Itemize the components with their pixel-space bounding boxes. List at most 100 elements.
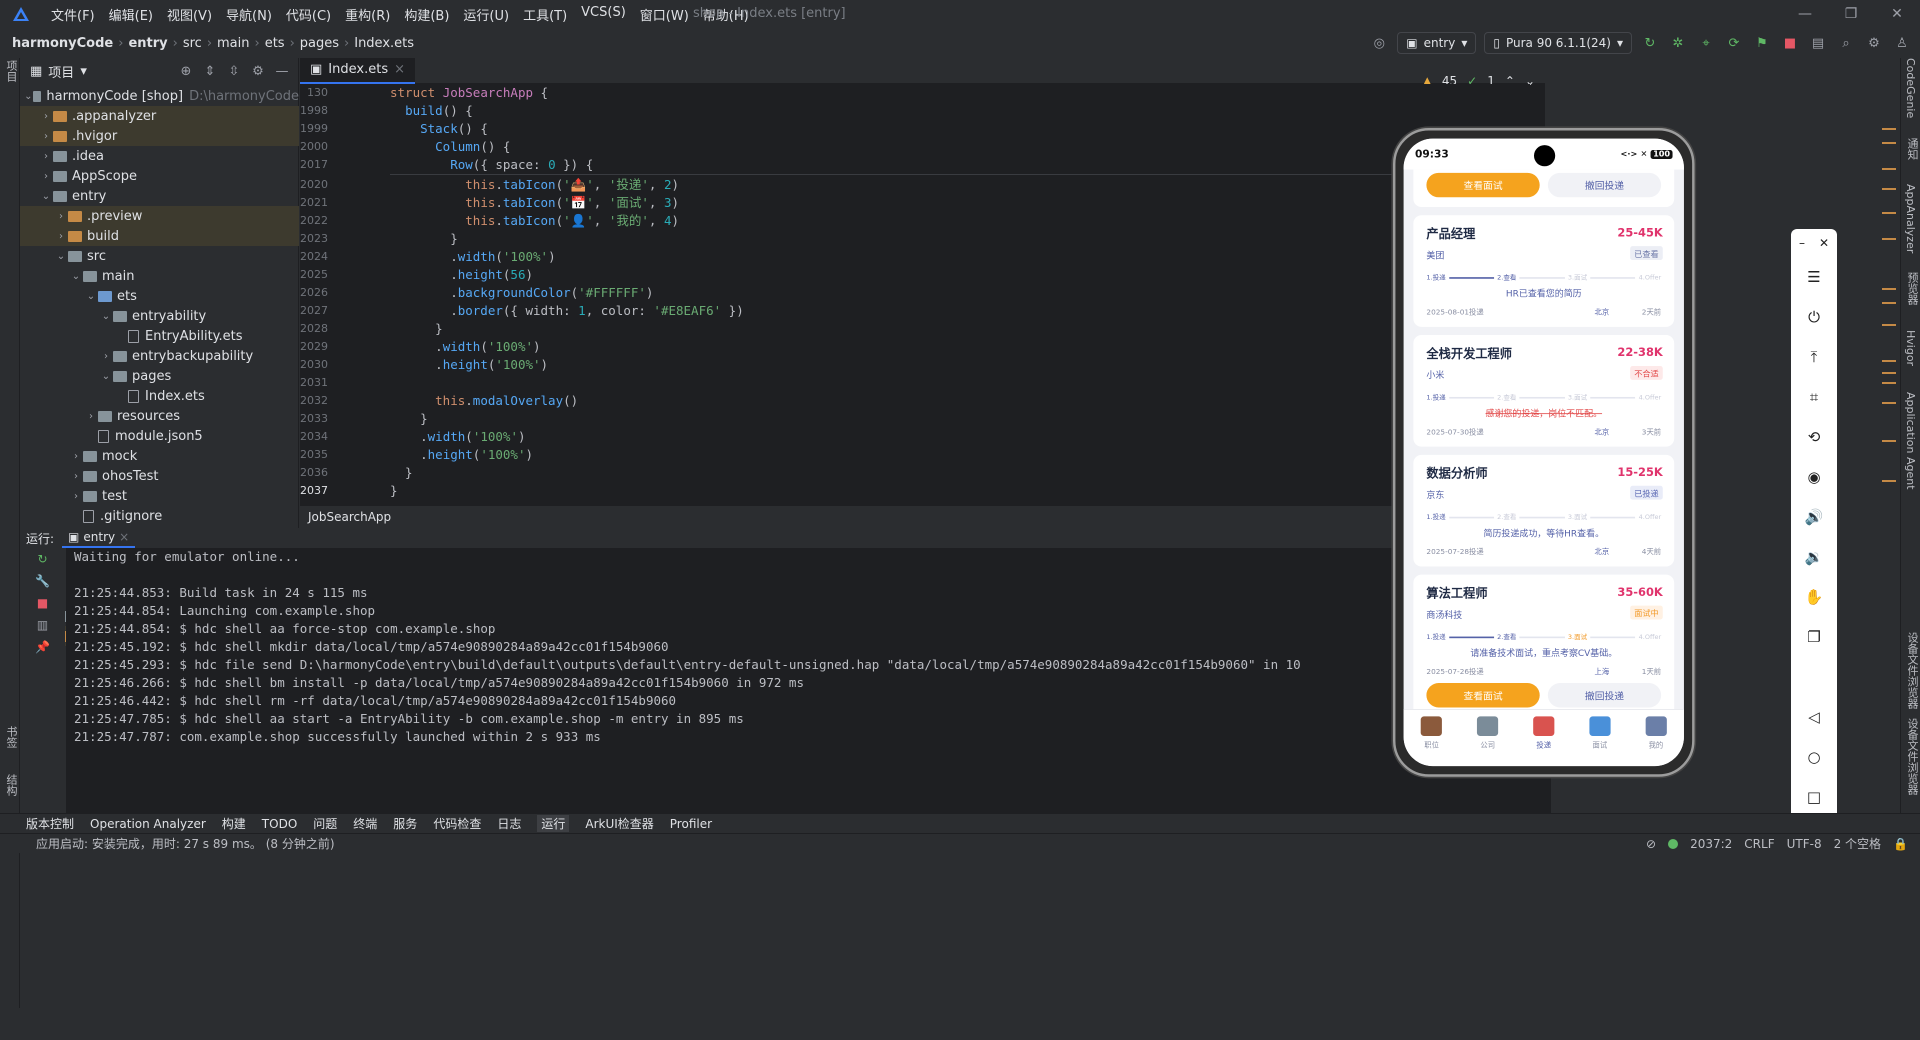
run-config-select[interactable]: ▣ entry ▾	[1397, 32, 1477, 54]
breadcrumb-item[interactable]: src	[183, 36, 202, 51]
expand-all-icon[interactable]: ⇕	[200, 61, 220, 81]
code-line[interactable]: this.modalOverlay()	[390, 392, 1530, 410]
code-line[interactable]: .backgroundColor('#FFFFFF')	[390, 284, 1530, 302]
tree-row[interactable]: ⌄ ets	[20, 286, 299, 306]
tool-window-0[interactable]: 版本控制	[26, 815, 74, 832]
code-line[interactable]: }	[390, 464, 1530, 482]
code-line[interactable]: this.tabIcon('👤', '我的', 4)	[390, 212, 1530, 230]
warning-marker[interactable]	[1882, 302, 1896, 304]
warning-marker[interactable]	[1882, 288, 1896, 290]
code-line[interactable]: Row({ space: 0 }) {	[390, 156, 1530, 174]
tree-row[interactable]: ⌄ entryability	[20, 306, 299, 326]
job-card[interactable]: 数据分析师 15-25K 京东 已投递 1.投递 2.查看 3.面试 4.Offer 简历投递成…	[1413, 454, 1675, 567]
warning-marker[interactable]	[1882, 480, 1896, 482]
wrench-icon[interactable]: 🔧	[20, 570, 65, 592]
rerun-icon[interactable]: ↻	[1640, 33, 1660, 53]
code-area[interactable]: struct JobSearchApp { build() { Stack() …	[390, 84, 1530, 504]
tool-window-9[interactable]: 运行	[537, 815, 570, 832]
tree-row[interactable]: › entrybackupability	[20, 346, 299, 366]
chevron-right-icon[interactable]: ›	[39, 111, 53, 122]
menu-icon[interactable]: ☰	[1791, 257, 1837, 297]
minimize-icon[interactable]: –	[1799, 236, 1805, 250]
settings-icon[interactable]: ⚙	[248, 61, 268, 81]
stop-icon[interactable]: ■	[20, 592, 65, 614]
tab-3[interactable]: 面试	[1572, 710, 1628, 766]
warning-marker[interactable]	[1882, 188, 1896, 190]
settings-icon[interactable]: ⚙	[1864, 33, 1884, 53]
code-line[interactable]: struct JobSearchApp {	[390, 84, 1530, 102]
breadcrumb-item[interactable]: pages	[300, 36, 339, 51]
tab-2[interactable]: 投递	[1516, 710, 1572, 766]
caret-position[interactable]: 2037:2	[1690, 837, 1732, 851]
tree-row[interactable]: › .idea	[20, 146, 299, 166]
device-select[interactable]: ▯ Pura 90 6.1.1(24) ▾	[1484, 32, 1632, 54]
tree-row[interactable]: Index.ets	[20, 386, 299, 406]
right-tool-label[interactable]: 预览器	[1904, 272, 1920, 305]
tree-row[interactable]: › ohosTest	[20, 466, 299, 486]
code-line[interactable]: }	[390, 482, 1530, 500]
job-card[interactable]: 全栈开发工程师 22-38K 小米 不合适 1.投递 2.查看 3.面试 4.Offer 感谢您…	[1413, 335, 1675, 447]
status-message[interactable]: 应用启动: 安装完成，用时: 27 s 89 ms。 (8 分钟之前)	[0, 835, 335, 852]
tree-row[interactable]: › resources	[20, 406, 299, 426]
warning-marker[interactable]	[1882, 360, 1896, 362]
warning-marker[interactable]	[1882, 212, 1896, 214]
tree-row[interactable]: module.json5	[20, 426, 299, 446]
chevron-down-icon[interactable]: ⌄	[39, 191, 53, 202]
chevron-down-icon[interactable]: ⌄	[54, 251, 68, 262]
gesture-icon[interactable]: ✋	[1791, 577, 1837, 617]
code-line[interactable]: }	[390, 320, 1530, 338]
code-line[interactable]: this.tabIcon('📅', '面试', 3)	[390, 194, 1530, 212]
tree-row[interactable]: .gitignore	[20, 506, 299, 526]
warning-marker[interactable]	[1882, 168, 1896, 170]
structure-tool-label[interactable]: 结构	[3, 774, 19, 796]
chevron-right-icon[interactable]: ›	[69, 491, 83, 502]
warning-marker[interactable]	[1882, 238, 1896, 240]
code-line[interactable]	[390, 374, 1530, 392]
warning-marker[interactable]	[1882, 402, 1896, 404]
account-icon[interactable]: ♙	[1892, 33, 1912, 53]
search-icon[interactable]: ⌕	[1836, 33, 1856, 53]
breadcrumb-item[interactable]: ets	[265, 36, 285, 51]
tree-row[interactable]: ⌄ main	[20, 266, 299, 286]
tool-window-6[interactable]: 服务	[393, 815, 417, 832]
code-line[interactable]: .width('100%')	[390, 428, 1530, 446]
close-icon[interactable]: ✕	[1819, 236, 1829, 250]
project-tool-label[interactable]: 项目	[3, 60, 19, 82]
menu-item[interactable]: 构建(B)	[397, 5, 456, 24]
breadcrumb-item[interactable]: Index.ets	[354, 36, 414, 51]
tool-window-7[interactable]: 代码检查	[433, 815, 481, 832]
right-tool-label[interactable]: CodeGenie	[1904, 58, 1917, 118]
rotate-icon[interactable]: ⟲	[1791, 417, 1837, 457]
tree-row[interactable]: › .preview	[20, 206, 299, 226]
code-line[interactable]: .width('100%')	[390, 338, 1530, 356]
warning-marker[interactable]	[1882, 128, 1896, 130]
menu-item[interactable]: VCS(S)	[574, 5, 633, 24]
tree-row[interactable]: ⌄ src	[20, 246, 299, 266]
tab-4[interactable]: 我的	[1628, 710, 1684, 766]
tree-row[interactable]: EntryAbility.ets	[20, 326, 299, 346]
tree-row[interactable]: ⌄ pages	[20, 366, 299, 386]
tree-row[interactable]: › mock	[20, 446, 299, 466]
code-line[interactable]: Column() {	[390, 138, 1530, 156]
pin-icon[interactable]: 📌	[20, 636, 65, 658]
chevron-right-icon[interactable]: ›	[69, 471, 83, 482]
right-tool-label[interactable]: 通知	[1904, 138, 1920, 160]
tree-row[interactable]: › build	[20, 226, 299, 246]
view-interview-button[interactable]: 查看面试	[1426, 172, 1540, 198]
tool-window-8[interactable]: 日志	[497, 815, 521, 832]
job-card[interactable]: 算法工程师 35-60K 商汤科技 面试中 1.投递 2.查看 3.面试 4.Offer 请准备…	[1413, 574, 1675, 718]
restore-icon[interactable]: ❐	[1828, 0, 1874, 28]
right-tool-label[interactable]: AppAnalyzer	[1904, 184, 1917, 253]
code-line[interactable]: .height('100%')	[390, 356, 1530, 374]
chevron-right-icon[interactable]: ›	[69, 451, 83, 462]
warning-marker[interactable]	[1882, 142, 1896, 144]
breadcrumb-item[interactable]: main	[217, 36, 249, 51]
close-tab-icon[interactable]: ×	[119, 530, 129, 544]
code-line[interactable]: .border({ width: 1, color: '#E8EAF6' })	[390, 302, 1530, 320]
tool-window-5[interactable]: 终端	[353, 815, 377, 832]
warning-marker[interactable]	[1882, 372, 1896, 374]
file-encoding[interactable]: UTF-8	[1787, 837, 1822, 851]
debug-icon[interactable]: ✲	[1668, 33, 1688, 53]
back-icon[interactable]: ◁	[1791, 697, 1837, 737]
screenshot-icon[interactable]: ◉	[1791, 457, 1837, 497]
